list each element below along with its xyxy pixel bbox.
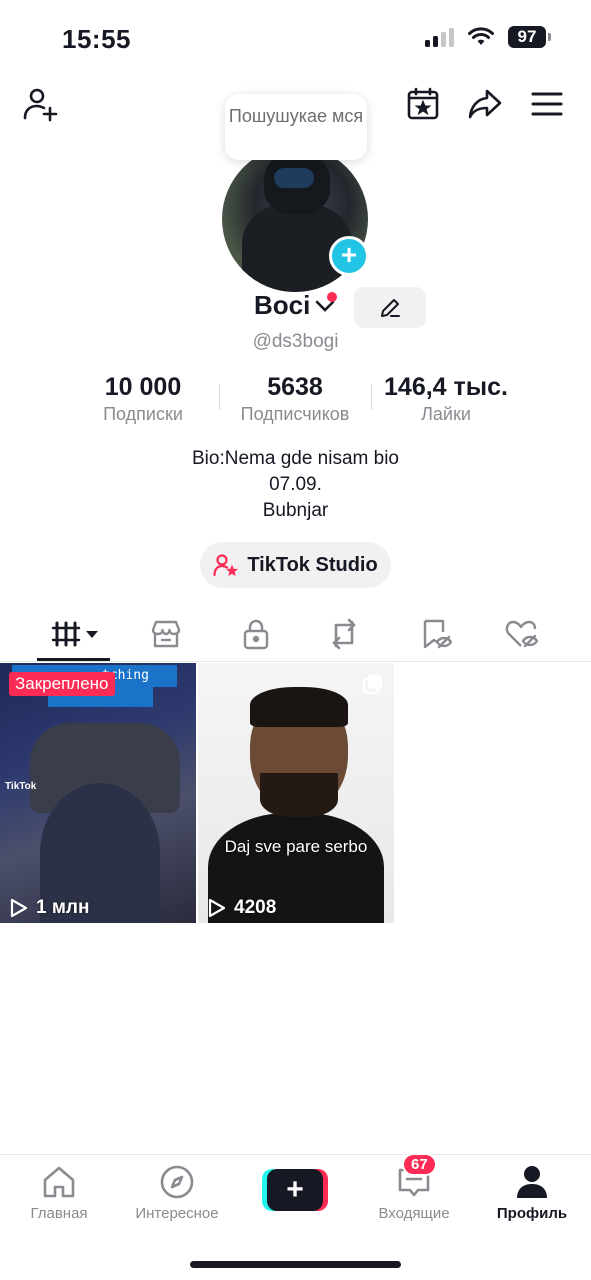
creator-icon bbox=[213, 554, 239, 577]
calendar-button[interactable] bbox=[405, 86, 441, 122]
notification-dot bbox=[327, 292, 337, 302]
stat-label: Подписчиков bbox=[240, 404, 350, 424]
repost-icon bbox=[332, 618, 356, 650]
nav-label: Интересное bbox=[135, 1205, 219, 1222]
battery-level: 97 bbox=[508, 26, 546, 48]
active-tab-indicator bbox=[37, 658, 110, 661]
menu-button[interactable] bbox=[529, 86, 565, 122]
liked-hidden-icon bbox=[505, 620, 539, 648]
battery-icon: 97 bbox=[508, 26, 551, 48]
hamburger-menu-icon bbox=[531, 92, 563, 116]
tab-private[interactable] bbox=[226, 614, 286, 654]
video-views: 1 млн bbox=[10, 897, 89, 919]
compass-icon bbox=[160, 1165, 194, 1199]
profile-icon bbox=[517, 1166, 547, 1198]
pinned-badge: Закреплено bbox=[9, 672, 115, 696]
nav-label: Входящие bbox=[378, 1205, 450, 1222]
share-profile-button[interactable] bbox=[467, 86, 503, 122]
wifi-icon bbox=[468, 27, 494, 45]
studio-label: TikTok Studio bbox=[247, 553, 378, 576]
stat-likes[interactable]: 146,4 тыс. Лайки bbox=[376, 372, 516, 426]
inbox-badge: 67 bbox=[402, 1153, 437, 1176]
stat-following[interactable]: 10 000 Подписки bbox=[86, 372, 200, 426]
plus-icon: + bbox=[340, 239, 358, 270]
stat-label: Подписки bbox=[103, 404, 183, 424]
tab-shop[interactable] bbox=[136, 614, 196, 654]
account-switcher[interactable]: Boci bbox=[254, 290, 337, 321]
tiktok-studio-button[interactable]: TikTok Studio bbox=[200, 542, 391, 588]
tab-favorites[interactable] bbox=[406, 614, 466, 654]
shop-icon bbox=[151, 620, 181, 648]
photo-carousel-icon bbox=[363, 675, 382, 694]
profile-tabs bbox=[0, 606, 591, 662]
bio-line: Bubnjar bbox=[262, 500, 329, 521]
share-icon bbox=[468, 89, 502, 119]
stats-divider bbox=[371, 384, 372, 410]
nav-profile[interactable]: Профиль bbox=[494, 1163, 570, 1222]
video-caption-overlay: Daj sve pare serbo bbox=[224, 837, 368, 856]
pencil-icon bbox=[381, 298, 400, 317]
cellular-signal-icon bbox=[425, 27, 454, 47]
nav-home[interactable]: Главная bbox=[22, 1163, 96, 1222]
status-indicators: 97 bbox=[425, 26, 551, 48]
video-thumbnail[interactable]: Daj sve pare serbo 4208 bbox=[198, 663, 394, 923]
stats-divider bbox=[219, 384, 220, 410]
profile-handle: @ds3bogi bbox=[252, 331, 339, 352]
bio-line: 07.09. bbox=[269, 474, 322, 495]
stat-value: 10 000 bbox=[104, 373, 182, 401]
nav-label: Главная bbox=[30, 1205, 88, 1222]
status-tooltip[interactable]: Пошушукае мся bbox=[225, 94, 367, 160]
add-friend-button[interactable] bbox=[22, 86, 58, 122]
home-icon bbox=[43, 1166, 75, 1198]
tiktok-watermark: TikTok bbox=[5, 781, 37, 792]
home-indicator[interactable] bbox=[190, 1261, 401, 1268]
calendar-star-icon bbox=[407, 87, 439, 120]
grid-icon bbox=[51, 621, 98, 647]
view-count: 4208 bbox=[234, 897, 277, 918]
bookmark-hidden-icon bbox=[423, 619, 452, 649]
nav-discover[interactable]: Интересное bbox=[128, 1163, 226, 1222]
bio-line: Bio:Nema gde nisam bio bbox=[192, 448, 399, 469]
view-count: 1 млн bbox=[36, 897, 90, 918]
add-user-icon bbox=[23, 88, 58, 122]
stat-label: Лайки bbox=[421, 404, 471, 424]
add-story-button[interactable]: + bbox=[329, 236, 369, 276]
tab-reposts[interactable] bbox=[314, 614, 374, 654]
plus-icon: + bbox=[267, 1169, 323, 1211]
nav-label: Профиль bbox=[496, 1205, 568, 1222]
edit-profile-button[interactable] bbox=[354, 287, 426, 328]
stat-value: 146,4 тыс. bbox=[384, 373, 508, 401]
profile-bio: Bio:Nema gde nisam bio 07.09. Bubnjar bbox=[0, 446, 591, 524]
video-thumbnail[interactable]: tching TikTok Закреплено 1 млн bbox=[0, 663, 196, 923]
tab-videos[interactable] bbox=[44, 614, 104, 654]
lock-icon bbox=[243, 619, 269, 650]
tab-liked[interactable] bbox=[492, 614, 552, 654]
profile-stats: 10 000 Подписки 5638 Подписчиков 146,4 т… bbox=[0, 372, 591, 428]
play-icon bbox=[10, 898, 28, 918]
stat-followers[interactable]: 5638 Подписчиков bbox=[226, 372, 364, 426]
profile-name: Boci bbox=[254, 290, 311, 320]
stat-value: 5638 bbox=[267, 373, 323, 401]
status-time: 15:55 bbox=[62, 24, 131, 54]
video-views: 4208 bbox=[208, 897, 276, 919]
nav-inbox[interactable]: 67 Входящие bbox=[372, 1153, 456, 1222]
play-icon bbox=[208, 898, 226, 918]
create-button[interactable]: + bbox=[262, 1169, 328, 1211]
